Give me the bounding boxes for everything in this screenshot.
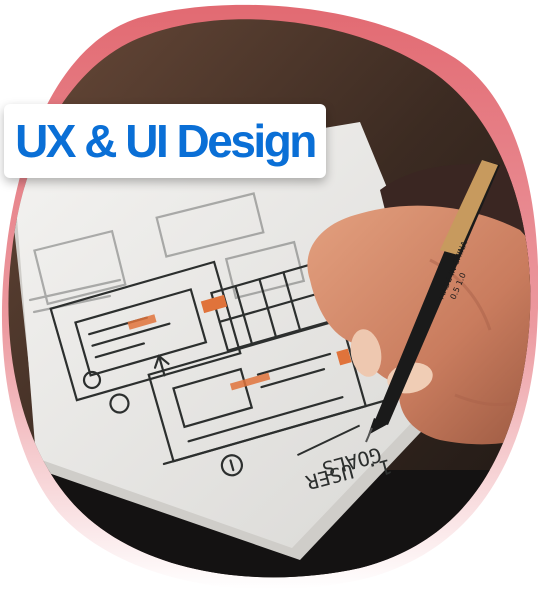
- badge-title: UX & UI Design: [15, 115, 317, 167]
- title-badge: UX & UI Design: [4, 104, 326, 178]
- photo-illustration: USER GOALS 1. MADE IN CHINA 0.5 1.0: [1, 4, 538, 590]
